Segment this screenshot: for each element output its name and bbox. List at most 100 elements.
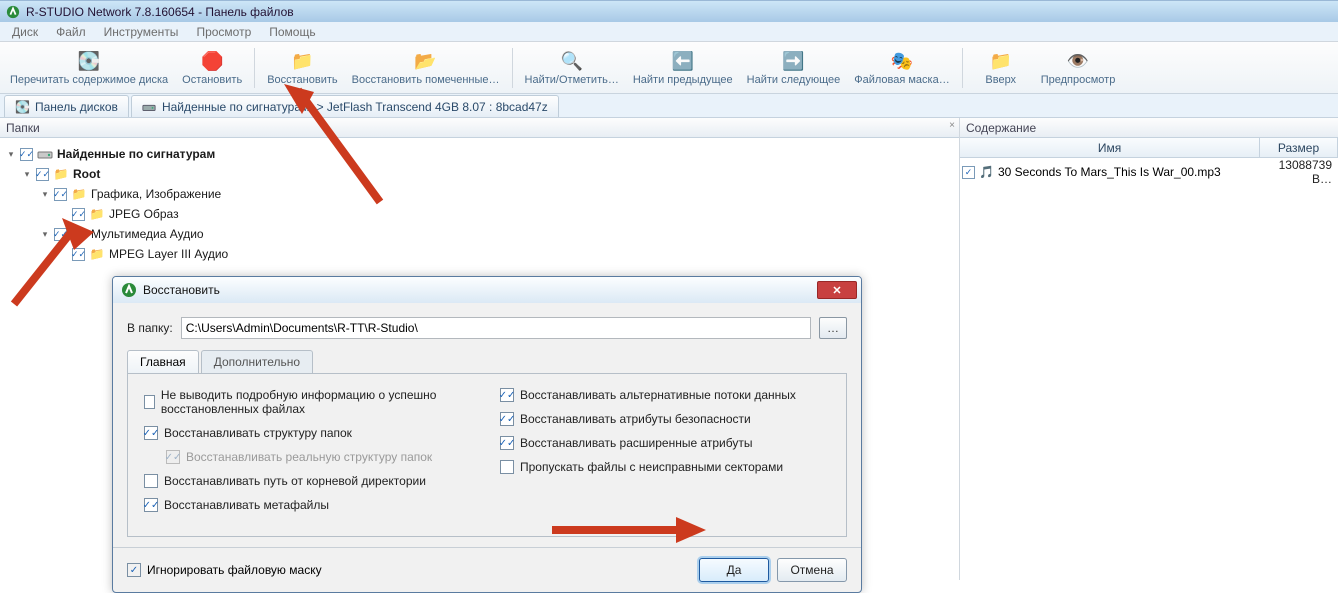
checkbox[interactable]: ✓ <box>144 426 158 440</box>
find-next-label: Найти следующее <box>747 74 841 86</box>
tab-bar: 💽 Панель дисков Найденные по сигнатурам … <box>0 94 1338 118</box>
folder-marked-icon: 📂 <box>414 50 438 74</box>
checkbox[interactable]: ✓ <box>72 248 85 261</box>
checkbox[interactable]: ✓ <box>20 148 33 161</box>
opt-skip-bad[interactable]: Пропускать файлы с неисправными секторам… <box>500 460 830 474</box>
file-name: 30 Seconds To Mars_This Is War_00.mp3 <box>998 165 1221 179</box>
expander-icon[interactable]: ▾ <box>22 169 32 180</box>
checkbox[interactable] <box>144 474 158 488</box>
expander-icon[interactable]: ▾ <box>40 189 50 200</box>
menu-help[interactable]: Помощь <box>261 23 323 41</box>
ok-button[interactable]: Да <box>699 558 769 582</box>
file-mask-button[interactable]: 🎭 Файловая маска… <box>848 44 956 92</box>
cancel-button[interactable]: Отмена <box>777 558 847 582</box>
tree-node-jpeg[interactable]: ✓ 📁 JPEG Образ <box>6 204 953 224</box>
find-next-button[interactable]: ➡️ Найти следующее <box>741 44 847 92</box>
recover-marked-label: Восстановить помеченные… <box>352 74 500 86</box>
browse-button[interactable]: … <box>819 317 847 339</box>
column-size[interactable]: Размер <box>1260 138 1338 157</box>
menu-disk[interactable]: Диск <box>4 23 46 41</box>
opt-label: Восстанавливать метафайлы <box>164 498 329 512</box>
dialog-tabs: Главная Дополнительно <box>127 350 847 374</box>
opt-label: Восстанавливать структуру папок <box>164 426 352 440</box>
tree-node-mpeg[interactable]: ✓ 📁 MPEG Layer III Аудио <box>6 244 953 264</box>
window-title: R-STUDIO Network 7.8.160654 - Панель фай… <box>26 5 294 19</box>
tab-disks-panel[interactable]: 💽 Панель дисков <box>4 95 129 117</box>
checkbox[interactable]: ✓ <box>500 412 514 426</box>
toolbar-separator <box>962 48 963 88</box>
reread-disk-button[interactable]: 💽 Перечитать содержимое диска <box>4 44 174 92</box>
list-item[interactable]: ✓ 🎵 30 Seconds To Mars_This Is War_00.mp… <box>962 162 1336 182</box>
checkbox[interactable]: ✓ <box>127 563 141 577</box>
folder-icon: 📁 <box>71 186 87 202</box>
tree-node-multimedia[interactable]: ▾ ✓ 📁 Мультимедиа Аудио <box>6 224 953 244</box>
tree-label: MPEG Layer III Аудио <box>109 247 228 261</box>
recover-button[interactable]: 📁 Восстановить <box>261 44 343 92</box>
opt-folder-struct[interactable]: ✓ Восстанавливать структуру папок <box>144 426 474 440</box>
pane-close-icon[interactable]: × <box>949 120 955 131</box>
path-label: В папку: <box>127 321 173 335</box>
expander-icon[interactable]: ▾ <box>6 149 16 160</box>
tab-signature-label: Найденные по сигнатурам -> JetFlash Tran… <box>162 100 548 114</box>
opt-label: Восстанавливать атрибуты безопасности <box>520 412 751 426</box>
checkbox[interactable]: ✓ <box>500 436 514 450</box>
contents-header: Содержание <box>960 118 1338 138</box>
checkbox[interactable] <box>500 460 514 474</box>
dialog-titlebar[interactable]: Восстановить ✕ <box>113 277 861 303</box>
opt-no-report[interactable]: Не выводить подробную информацию о успеш… <box>144 388 474 416</box>
tab-additional[interactable]: Дополнительно <box>201 350 313 373</box>
tab-found-by-signature[interactable]: Найденные по сигнатурам -> JetFlash Tran… <box>131 95 559 117</box>
output-path-input[interactable] <box>181 317 811 339</box>
contents-columns: Имя Размер <box>960 138 1338 158</box>
opt-metafiles[interactable]: ✓ Восстанавливать метафайлы <box>144 498 474 512</box>
folders-tree: ▾ ✓ Найденные по сигнатурам ▾ ✓ 📁 Root ▾… <box>0 138 959 270</box>
find-button[interactable]: 🔍 Найти/Отметить… <box>519 44 625 92</box>
find-prev-label: Найти предыдущее <box>633 74 733 86</box>
up-button[interactable]: 📁 Вверх <box>969 44 1033 92</box>
file-size: 13088739 B… <box>1258 158 1336 186</box>
checkbox[interactable]: ✓ <box>54 188 67 201</box>
contents-header-label: Содержание <box>966 121 1036 135</box>
tree-node-root[interactable]: ▾ ✓ 📁 Root <box>6 164 953 184</box>
menu-view[interactable]: Просмотр <box>188 23 259 41</box>
checkbox[interactable]: ✓ <box>54 228 67 241</box>
checkbox[interactable]: ✓ <box>72 208 85 221</box>
tree-label: Графика, Изображение <box>91 187 221 201</box>
eye-icon: 👁️ <box>1066 50 1090 74</box>
opt-label: Восстанавливать альтернативные потоки да… <box>520 388 796 402</box>
reread-disk-label: Перечитать содержимое диска <box>10 74 168 86</box>
drive-refresh-icon: 💽 <box>77 50 101 74</box>
opt-root-path[interactable]: Восстанавливать путь от корневой директо… <box>144 474 474 488</box>
recover-dialog: Восстановить ✕ В папку: … Главная Дополн… <box>112 276 862 593</box>
opt-label: Не выводить подробную информацию о успеш… <box>161 388 474 416</box>
contents-pane: Содержание Имя Размер ✓ 🎵 30 Seconds To … <box>960 118 1338 580</box>
checkbox[interactable]: ✓ <box>36 168 49 181</box>
menu-tools[interactable]: Инструменты <box>96 23 187 41</box>
column-name[interactable]: Имя <box>960 138 1260 157</box>
folders-header: Папки × <box>0 118 959 138</box>
expander-icon[interactable]: ▾ <box>40 229 50 240</box>
up-label: Вверх <box>985 74 1016 86</box>
checkbox[interactable]: ✓ <box>144 498 158 512</box>
opt-real-folder: ✓Восстанавливать реальную структуру папо… <box>144 450 474 464</box>
tree-node-graphics[interactable]: ▾ ✓ 📁 Графика, Изображение <box>6 184 953 204</box>
opt-alt-streams[interactable]: ✓ Восстанавливать альтернативные потоки д… <box>500 388 830 402</box>
preview-button[interactable]: 👁️ Предпросмотр <box>1035 44 1122 92</box>
find-next-icon: ➡️ <box>781 50 805 74</box>
menu-file[interactable]: Файл <box>48 23 94 41</box>
tree-node-signatures-root[interactable]: ▾ ✓ Найденные по сигнатурам <box>6 144 953 164</box>
dialog-close-button[interactable]: ✕ <box>817 281 857 299</box>
find-prev-button[interactable]: ⬅️ Найти предыдущее <box>627 44 739 92</box>
opt-sec-attrs[interactable]: ✓ Восстанавливать атрибуты безопасности <box>500 412 830 426</box>
mask-icon: 🎭 <box>890 50 914 74</box>
checkbox[interactable] <box>144 395 155 409</box>
file-list: ✓ 🎵 30 Seconds To Mars_This Is War_00.mp… <box>960 158 1338 186</box>
toolbar-separator <box>512 48 513 88</box>
toolbar: 💽 Перечитать содержимое диска 🛑 Останови… <box>0 42 1338 94</box>
checkbox[interactable]: ✓ <box>500 388 514 402</box>
stop-button[interactable]: 🛑 Остановить <box>176 44 248 92</box>
recover-marked-button[interactable]: 📂 Восстановить помеченные… <box>346 44 506 92</box>
opt-ext-attrs[interactable]: ✓Восстанавливать расширенные атрибуты <box>500 436 830 450</box>
checkbox[interactable]: ✓ <box>962 166 975 179</box>
tab-main[interactable]: Главная <box>127 350 199 373</box>
